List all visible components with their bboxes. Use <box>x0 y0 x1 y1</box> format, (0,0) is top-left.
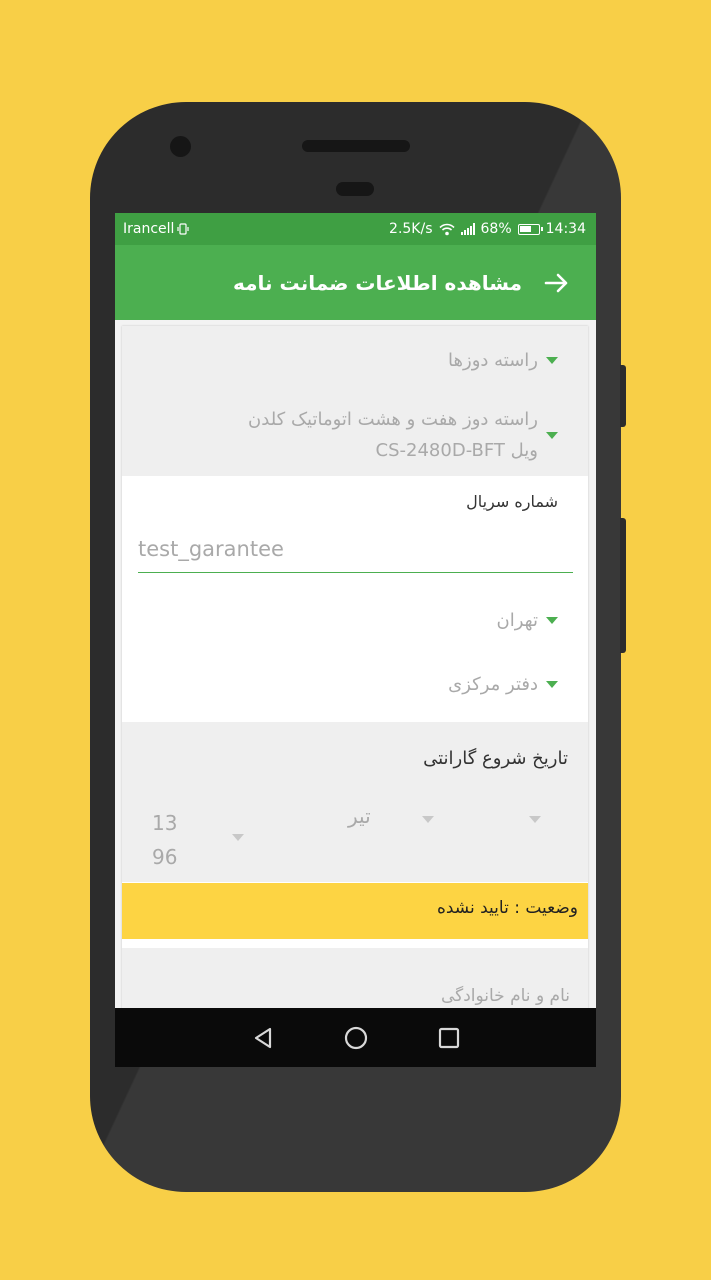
status-bar: Irancell 2.5K/s 68% 14:34 <box>115 213 596 245</box>
clock: 14:34 <box>545 221 586 237</box>
chevron-down-icon <box>546 681 558 688</box>
circle-home-icon[interactable] <box>344 1026 368 1050</box>
earpiece-speaker <box>302 140 410 152</box>
triangle-back-icon[interactable] <box>252 1026 274 1050</box>
year-line-2: 96 <box>152 845 178 869</box>
month-value[interactable]: تیر <box>348 804 371 828</box>
city-spinner[interactable]: تهران <box>497 610 558 631</box>
arrow-right-icon[interactable] <box>540 267 572 299</box>
product-value: راسته دوز هفت و هشت اتوماتیک کلدن ویل CS… <box>248 404 538 466</box>
app-bar: مشاهده اطلاعات ضمانت نامه <box>115 245 596 320</box>
year-spinner[interactable]: 13 96 <box>152 806 212 874</box>
battery-percent: 68% <box>480 221 512 237</box>
status-text: وضعیت : تایید نشده <box>436 898 578 918</box>
vibrate-icon <box>177 223 190 235</box>
serial-label: شماره سریال <box>466 492 558 511</box>
city-value: تهران <box>496 610 538 631</box>
product-spinner[interactable]: راسته دوز هفت و هشت اتوماتیک کلدن ویل CS… <box>248 404 558 466</box>
serial-input[interactable]: test_garantee <box>138 533 573 573</box>
chevron-down-icon <box>546 357 558 364</box>
warranty-start-label: تاریخ شروع گارانتی <box>423 748 568 769</box>
phone-screen: Irancell 2.5K/s 68% 14:34 مشاهده اطلاعات… <box>115 213 596 1067</box>
power-button <box>620 518 626 653</box>
product-line-1: راسته دوز هفت و هشت اتوماتیک کلدن <box>248 409 538 430</box>
page-title: مشاهده اطلاعات ضمانت نامه <box>233 270 522 295</box>
wifi-icon <box>438 223 455 235</box>
chevron-down-icon[interactable] <box>422 816 434 823</box>
chevron-down-icon <box>546 617 558 624</box>
year-line-1: 13 <box>152 811 178 835</box>
product-line-2: ویل CS-2480D-BFT <box>375 440 538 461</box>
square-recents-icon[interactable] <box>438 1027 460 1049</box>
battery-icon <box>517 223 543 235</box>
category-value: راسته دوزها <box>448 350 538 371</box>
proximity-sensor <box>336 182 374 196</box>
branch-spinner[interactable]: دفتر مرکزی <box>448 674 558 695</box>
category-spinner[interactable]: راسته دوزها <box>448 350 558 371</box>
warranty-card: راسته دوزها راسته دوز هفت و هشت اتوماتیک… <box>122 326 588 1016</box>
navigation-bar <box>115 1008 596 1067</box>
chevron-down-icon <box>546 431 558 439</box>
name-label: نام و نام خانوادگی <box>440 986 570 1006</box>
chevron-down-icon[interactable] <box>232 834 244 841</box>
volume-button <box>620 365 626 427</box>
network-speed: 2.5K/s <box>389 221 433 237</box>
front-camera <box>170 136 191 157</box>
chevron-down-icon[interactable] <box>529 816 541 823</box>
branch-value: دفتر مرکزی <box>448 674 538 695</box>
signal-icon <box>460 223 475 235</box>
carrier-name: Irancell <box>123 221 175 237</box>
